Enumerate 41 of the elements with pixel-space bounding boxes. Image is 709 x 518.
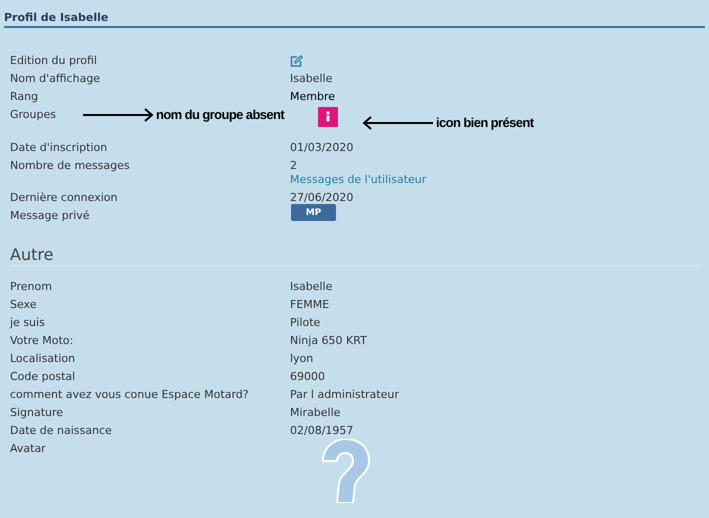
field-value: 01/03/2020 [290, 141, 354, 155]
arrow-icon [82, 108, 154, 122]
field-label: Date d'inscription [10, 141, 108, 154]
field-label: Nombre de messages [10, 159, 130, 172]
panel-title: Profil de Isabelle [4, 11, 108, 24]
field-label: je suis [10, 316, 45, 329]
field-label: Prenom [10, 280, 52, 293]
field-label: Votre Moto: [10, 334, 74, 347]
field-value: lyon [290, 352, 314, 366]
field-value: 27/06/2020 [290, 191, 354, 205]
annotation-text: icon bien présent [436, 115, 534, 130]
field-label: Message privé [10, 209, 90, 222]
field-value: FEMME [290, 298, 330, 312]
field-value: Par l administrateur [290, 388, 399, 402]
field-value: 02/08/1957 [290, 424, 354, 438]
field-value: Ninja 650 KRT [290, 334, 367, 348]
arrow-icon [362, 116, 434, 130]
field-value: Isabelle [290, 72, 332, 86]
field-label: Nom d'affichage [10, 72, 100, 85]
field-value: 2 [290, 159, 298, 173]
field-value: Mirabelle [290, 406, 340, 420]
field-label: Sexe [10, 298, 36, 311]
field-label: Code postal [10, 370, 76, 383]
private-message-button[interactable]: MP [291, 204, 336, 221]
field-value: Isabelle [290, 280, 332, 294]
field-label: Edition du profil [10, 54, 97, 67]
section-heading: Autre [10, 245, 54, 264]
field-label: comment avez vous conue Espace Motard? [10, 388, 249, 401]
annotation-text: nom du groupe absent [156, 107, 284, 122]
field-value: Pilote [290, 316, 320, 330]
field-label: Localisation [10, 352, 76, 365]
field-label: Groupes [10, 108, 56, 121]
rank-value: Membre [290, 90, 336, 104]
edit-icon[interactable] [290, 55, 303, 67]
user-posts-link[interactable]: Messages de l'utilisateur [290, 173, 426, 187]
field-label: Avatar [10, 442, 46, 455]
field-value: 69000 [290, 370, 325, 384]
field-label: Rang [10, 90, 38, 103]
field-label: Date de naissance [10, 424, 112, 437]
field-label: Signature [10, 406, 64, 419]
field-label: Dernière connexion [10, 191, 118, 204]
